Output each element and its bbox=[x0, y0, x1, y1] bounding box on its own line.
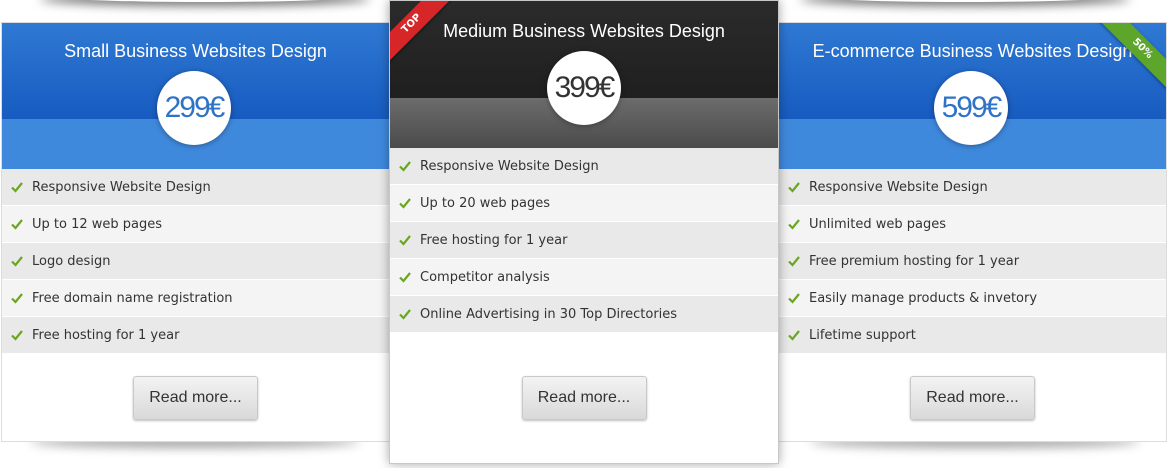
plan-price: 399€ bbox=[547, 51, 621, 125]
feature-label: Competitor analysis bbox=[420, 269, 550, 285]
feature-item: Unlimited web pages bbox=[779, 206, 1166, 243]
decorative-shadow bbox=[800, 0, 1130, 2]
feature-item: Free hosting for 1 year bbox=[2, 317, 389, 354]
feature-item: Up to 20 web pages bbox=[390, 185, 778, 222]
feature-label: Responsive Website Design bbox=[809, 179, 988, 195]
check-icon bbox=[399, 198, 411, 209]
check-icon bbox=[788, 330, 800, 341]
check-icon bbox=[399, 235, 411, 246]
plan-title: Small Business Websites Design bbox=[64, 41, 327, 61]
feature-item: Free hosting for 1 year bbox=[390, 222, 778, 259]
feature-item: Responsive Website Design bbox=[2, 169, 389, 206]
plan-title: E-commerce Business Websites Design bbox=[812, 41, 1133, 61]
feature-list: Responsive Website Design Up to 20 web p… bbox=[390, 148, 778, 333]
feature-label: Easily manage products & invetory bbox=[809, 290, 1038, 306]
plan-title: Medium Business Websites Design bbox=[443, 21, 725, 41]
feature-item: Competitor analysis bbox=[390, 259, 778, 296]
plan-card-small-business: Small Business Websites Design 299€ Resp… bbox=[1, 22, 390, 442]
feature-item: Responsive Website Design bbox=[779, 169, 1166, 206]
check-icon bbox=[788, 293, 800, 304]
feature-label: Unlimited web pages bbox=[809, 216, 946, 232]
feature-item: Online Advertising in 30 Top Directories bbox=[390, 296, 778, 333]
check-icon bbox=[788, 219, 800, 230]
feature-label: Online Advertising in 30 Top Directories bbox=[420, 306, 678, 322]
feature-item: Logo design bbox=[2, 243, 389, 280]
check-icon bbox=[11, 256, 23, 267]
check-icon bbox=[11, 182, 23, 193]
check-icon bbox=[788, 256, 800, 267]
check-icon bbox=[399, 272, 411, 283]
feature-item: Free premium hosting for 1 year bbox=[779, 243, 1166, 280]
check-icon bbox=[11, 330, 23, 341]
decorative-shadow bbox=[40, 0, 370, 2]
pricing-table: Small Business Websites Design 299€ Resp… bbox=[0, 0, 1169, 468]
feature-list: Responsive Website Design Unlimited web … bbox=[779, 169, 1166, 354]
feature-label: Responsive Website Design bbox=[32, 179, 211, 195]
plan-price: 599€ bbox=[934, 71, 1008, 145]
plan-header: Small Business Websites Design 299€ bbox=[2, 23, 389, 169]
plan-header: Medium Business Websites Design 399€ bbox=[390, 1, 778, 148]
check-icon bbox=[11, 219, 23, 230]
feature-label: Up to 20 web pages bbox=[420, 195, 551, 211]
feature-label: Free domain name registration bbox=[32, 290, 233, 306]
feature-label: Lifetime support bbox=[809, 327, 916, 343]
check-icon bbox=[399, 161, 411, 172]
check-icon bbox=[11, 293, 23, 304]
feature-item: Responsive Website Design bbox=[390, 148, 778, 185]
feature-item: Easily manage products & invetory bbox=[779, 280, 1166, 317]
plan-card-medium-business: Medium Business Websites Design 399€ TOP… bbox=[389, 0, 779, 464]
plan-price: 299€ bbox=[157, 71, 231, 145]
feature-label: Free hosting for 1 year bbox=[420, 232, 568, 248]
check-icon bbox=[788, 182, 800, 193]
plan-header: E-commerce Business Websites Design 599€ bbox=[779, 23, 1166, 169]
feature-item: Up to 12 web pages bbox=[2, 206, 389, 243]
check-icon bbox=[399, 309, 411, 320]
feature-label: Free hosting for 1 year bbox=[32, 327, 180, 343]
read-more-button[interactable]: Read more... bbox=[133, 376, 258, 420]
feature-item: Free domain name registration bbox=[2, 280, 389, 317]
plan-card-ecommerce: E-commerce Business Websites Design 599€… bbox=[778, 22, 1167, 442]
feature-label: Responsive Website Design bbox=[420, 158, 599, 174]
read-more-button[interactable]: Read more... bbox=[910, 376, 1035, 420]
feature-list: Responsive Website Design Up to 12 web p… bbox=[2, 169, 389, 354]
feature-item: Lifetime support bbox=[779, 317, 1166, 354]
feature-label: Logo design bbox=[32, 253, 111, 269]
read-more-button[interactable]: Read more... bbox=[521, 376, 647, 420]
feature-label: Up to 12 web pages bbox=[32, 216, 163, 232]
feature-label: Free premium hosting for 1 year bbox=[809, 253, 1020, 269]
